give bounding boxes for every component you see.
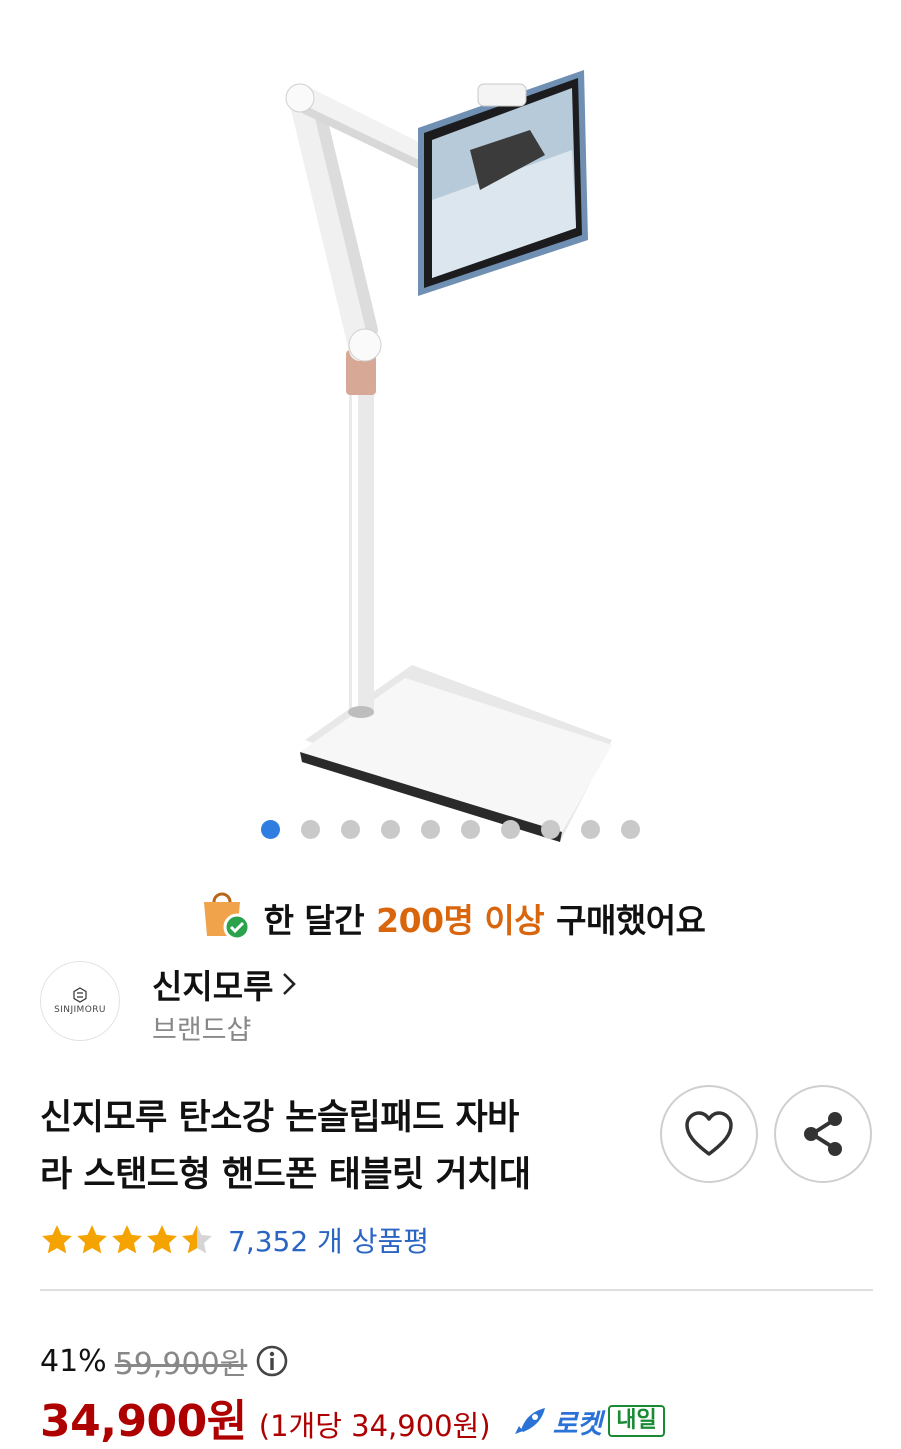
review-count-link[interactable]: 7,352 개 상품평 — [228, 1220, 429, 1260]
purchase-count-banner: 한 달간 200명 이상 구매했어요 — [0, 888, 901, 948]
product-image[interactable] — [0, 0, 901, 860]
delivery-tomorrow-badge: 내일 — [608, 1405, 665, 1437]
shopping-bag-check-icon — [196, 886, 252, 950]
share-icon — [804, 1112, 842, 1156]
carousel-dot[interactable] — [541, 820, 560, 839]
product-title-line: 신지모루 탄소강 논슬립패드 자바 — [40, 1098, 519, 1138]
stand-pole — [346, 350, 376, 718]
unit-price: (1개당 34,900원) — [258, 1409, 491, 1443]
tablet — [418, 70, 588, 296]
rating-row[interactable]: 7,352 개 상품평 — [40, 1218, 429, 1262]
star-rating — [40, 1223, 214, 1257]
info-icon[interactable] — [255, 1344, 289, 1378]
carousel-dot[interactable] — [461, 820, 480, 839]
discount-rate: 41% — [40, 1343, 107, 1379]
original-price: 59,900원 — [114, 1347, 248, 1382]
stand-base — [300, 665, 612, 842]
proof-prefix: 한 달간 — [263, 901, 365, 940]
price-row: 34,900원 (1개당 34,900원) 로켓 내일 — [40, 1385, 665, 1447]
chevron-right-icon — [283, 973, 297, 995]
carousel-indicator[interactable] — [0, 820, 901, 840]
brand-name: 신지모루 — [152, 967, 274, 1006]
star-icon — [77, 1225, 107, 1254]
carousel-dot[interactable] — [621, 820, 640, 839]
share-button[interactable] — [774, 1085, 872, 1183]
carousel-dot[interactable] — [581, 820, 600, 839]
carousel-dot[interactable] — [381, 820, 400, 839]
sale-price: 34,900원 — [40, 1396, 247, 1447]
stand-arm — [285, 83, 431, 362]
star-icon — [42, 1225, 72, 1254]
proof-highlight: 200명 이상 — [376, 901, 545, 940]
carousel-dot[interactable] — [501, 820, 520, 839]
star-icon — [147, 1225, 177, 1254]
brand-link[interactable]: 신지모루 — [152, 960, 299, 1008]
star-icon — [112, 1225, 142, 1254]
heart-icon — [685, 1111, 733, 1156]
carousel-dot[interactable] — [301, 820, 320, 839]
carousel-dot[interactable] — [261, 820, 280, 839]
rocket-label: 로켓 — [552, 1408, 603, 1440]
rocket-delivery-badge: 로켓 내일 — [513, 1402, 665, 1441]
carousel-dot[interactable] — [341, 820, 360, 839]
product-title: 신지모루 탄소강 논슬립패드 자바 라 스탠드형 핸드폰 태블릿 거치대 — [40, 1090, 630, 1204]
star-icon — [182, 1225, 212, 1254]
brand-mark-icon — [73, 987, 87, 1003]
product-title-line: 라 스탠드형 핸드폰 태블릿 거치대 — [40, 1155, 531, 1195]
divider — [40, 1289, 873, 1291]
brand-shop-label: 브랜드샵 — [152, 1015, 252, 1046]
carousel-dot[interactable] — [421, 820, 440, 839]
brand-logo[interactable]: SINJIMORU — [40, 961, 120, 1041]
proof-suffix: 구매했어요 — [556, 901, 706, 940]
wishlist-button[interactable] — [660, 1085, 758, 1183]
discount-row: 41% 59,900원 — [40, 1340, 289, 1382]
brand-logo-text: SINJIMORU — [54, 1005, 106, 1015]
rocket-icon — [514, 1408, 545, 1434]
